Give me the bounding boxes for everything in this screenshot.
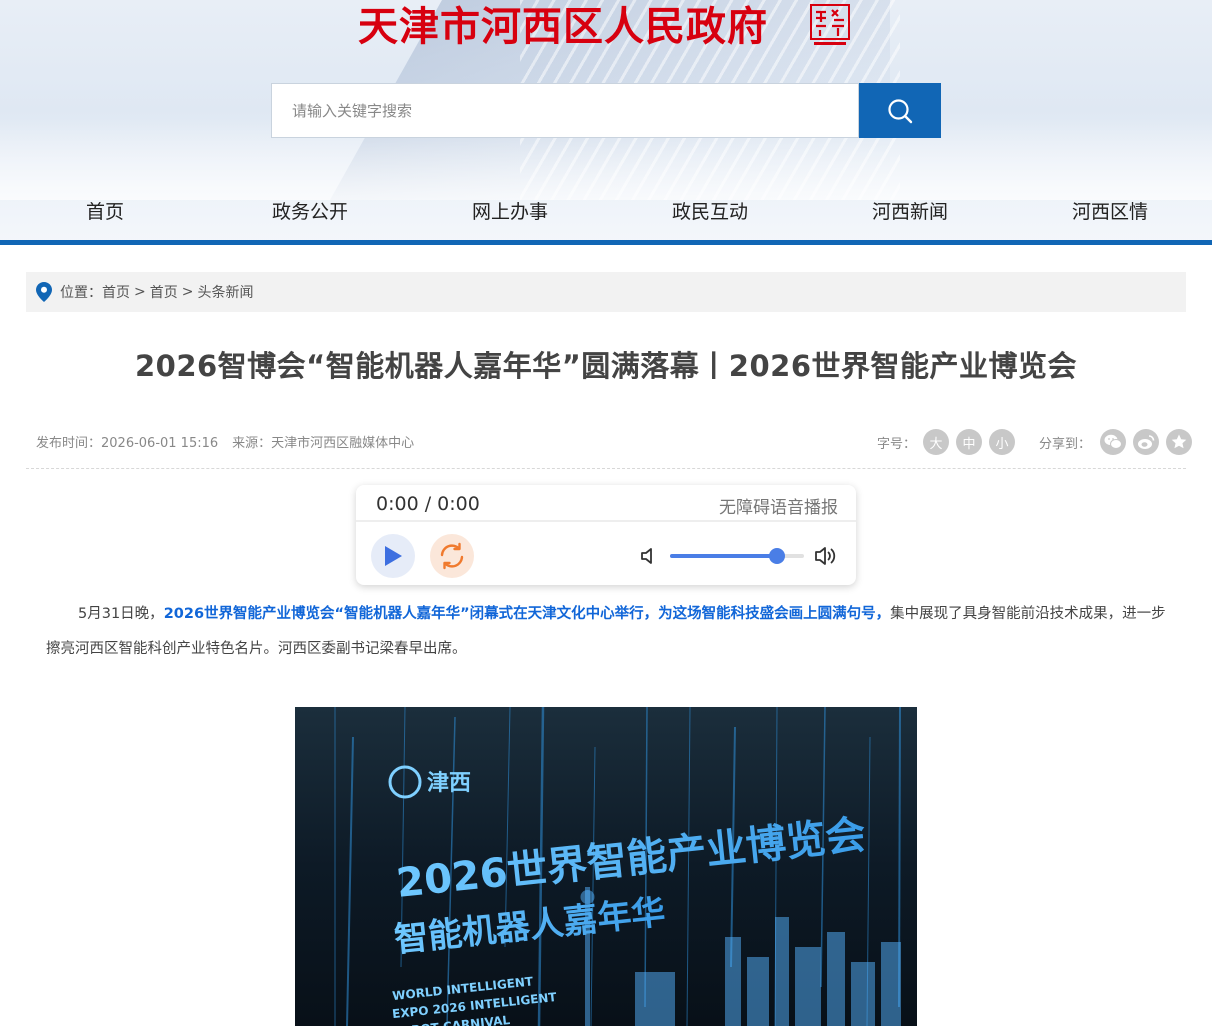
nav-item-home[interactable]: 首页: [0, 186, 210, 238]
qzone-star-icon: [1171, 434, 1187, 449]
volume-slider-fill: [670, 554, 778, 558]
font-size-label: 字号：: [876, 436, 916, 452]
player-time: 0:00 / 0:00: [376, 493, 480, 515]
search-box: [271, 83, 859, 138]
nav-item-interaction[interactable]: 政民互动: [610, 186, 810, 238]
volume-slider-handle[interactable]: [769, 548, 786, 564]
article-paragraph: 5月31日晚，2026世界智能产业博览会“智能机器人嘉年华”闭幕式在天津文化中心…: [46, 597, 1176, 667]
breadcrumb: 位置： 首页 > 首页 > 头条新闻: [26, 272, 1186, 312]
audio-player: 0:00 / 0:00 无障碍语音播报: [356, 485, 856, 585]
paragraph-lead: 5月31日晚，: [78, 606, 164, 622]
volume-slider[interactable]: [670, 548, 804, 564]
play-button[interactable]: [371, 534, 415, 578]
share-label: 分享到：: [1038, 436, 1091, 452]
breadcrumb-item-home-2[interactable]: 首页: [150, 282, 178, 302]
font-size-large-button[interactable]: 大: [922, 429, 949, 455]
site-header: 天津市河西区人民政府 首页 政务公开 网上办事 政民互动 河西新闻 河西区情: [0, 0, 1212, 245]
breadcrumb-item-home[interactable]: 首页: [102, 282, 130, 302]
location-pin-icon: [36, 282, 52, 302]
player-label: 无障碍语音播报: [719, 498, 838, 518]
header-divider: [0, 240, 1212, 245]
play-icon: [385, 546, 402, 566]
article-tools: 字号： 大 中 小 分享到：: [877, 429, 1192, 455]
loop-icon: [440, 542, 464, 570]
volume-mute-icon[interactable]: [639, 547, 657, 565]
player-divider: [356, 520, 856, 522]
breadcrumb-prefix: 位置：: [60, 285, 102, 301]
search-icon: [888, 98, 913, 123]
search-input[interactable]: [292, 101, 858, 120]
breadcrumb-separator: >: [134, 284, 146, 300]
article-meta: 发布时间：2026-06-01 15:16 来源：天津市河西区融媒体中心: [36, 432, 414, 456]
paragraph-highlight: 2026世界智能产业博览会“智能机器人嘉年华”闭幕式在天津文化中心举行，为这场智…: [163, 606, 891, 622]
share-wechat-button[interactable]: [1100, 429, 1126, 455]
nav-item-government-affairs[interactable]: 政务公开: [210, 186, 410, 238]
font-size-small-button[interactable]: 小: [988, 429, 1015, 455]
article-source: 来源：天津市河西区融媒体中心: [232, 436, 415, 451]
share-weibo-button[interactable]: [1133, 429, 1159, 455]
article-photo-graphic: 津西 2026世界智能产业博览会 智能机器人嘉年华 WORLD INTELLIG…: [295, 707, 917, 1026]
volume-max-icon[interactable]: [814, 545, 838, 567]
search-button[interactable]: [859, 83, 941, 138]
photo-logo-text: 津西: [427, 770, 471, 796]
nav-item-news[interactable]: 河西新闻: [810, 186, 1010, 238]
breadcrumb-separator: >: [181, 284, 194, 300]
nav-item-district-info[interactable]: 河西区情: [1010, 186, 1210, 238]
meta-divider: [26, 468, 1186, 469]
site-title[interactable]: 天津市河西区人民政府: [358, 2, 768, 52]
article-title: 2026智博会“智能机器人嘉年华”圆满落幕丨2026世界智能产业博览会: [134, 349, 1078, 383]
publish-time: 发布时间：2026-06-01 15:16: [36, 436, 219, 451]
weibo-icon: [1138, 435, 1155, 449]
font-size-medium-button[interactable]: 中: [955, 429, 982, 455]
wechat-icon: [1104, 434, 1122, 449]
loop-button[interactable]: [430, 534, 474, 578]
seal-logo-icon: [810, 4, 850, 45]
nav-item-online-services[interactable]: 网上办事: [410, 186, 610, 238]
main-nav: 首页 政务公开 网上办事 政民互动 河西新闻 河西区情: [0, 186, 1212, 238]
breadcrumb-item-headlines[interactable]: 头条新闻: [197, 282, 253, 302]
article-photo: 津西 2026世界智能产业博览会 智能机器人嘉年华 WORLD INTELLIG…: [295, 707, 917, 1026]
share-qzone-button[interactable]: [1166, 429, 1192, 455]
